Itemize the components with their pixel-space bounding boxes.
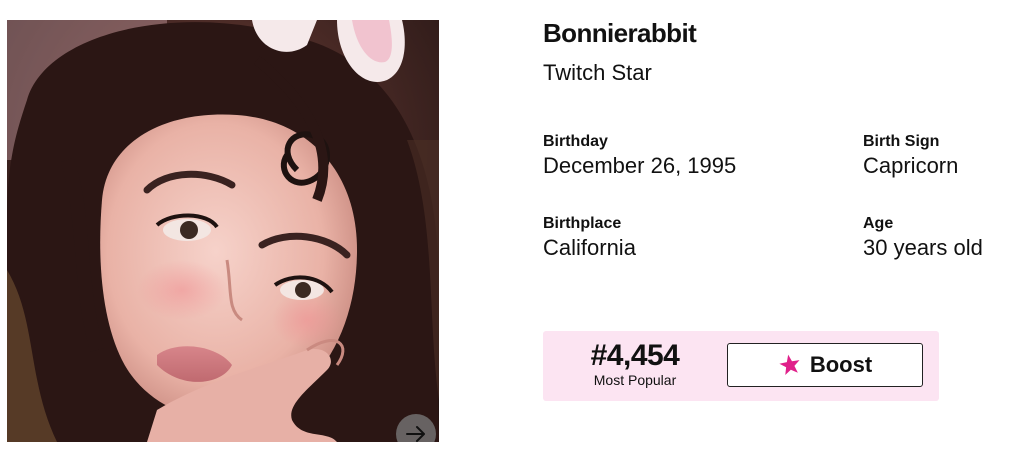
fact-label: Birthday bbox=[543, 133, 608, 150]
profile-photo[interactable] bbox=[7, 20, 439, 442]
profile-name: Bonnierabbit bbox=[543, 18, 697, 48]
fact-label: Age bbox=[863, 215, 894, 232]
birthday-value[interactable]: December 26, 1995 bbox=[543, 153, 736, 179]
profile-card: Bonnierabbit Twitch Star Birthday Decemb… bbox=[0, 0, 1009, 455]
birth-sign-value[interactable]: Capricorn bbox=[863, 153, 958, 179]
age-value: 30 years old bbox=[863, 235, 983, 260]
portrait-illustration bbox=[7, 20, 439, 442]
star-icon bbox=[779, 354, 800, 375]
birthplace-value[interactable]: California bbox=[543, 235, 636, 261]
popularity-rank[interactable]: #4,454 bbox=[543, 340, 727, 372]
boost-label: Boost bbox=[809, 352, 873, 377]
profile-profession[interactable]: Twitch Star bbox=[543, 60, 652, 86]
fact-age: Age 30 years old bbox=[863, 215, 983, 261]
popularity-box: #4,454 Most Popular Boost bbox=[543, 331, 939, 401]
fact-label: Birthplace bbox=[543, 215, 622, 232]
fact-label: Birth Sign bbox=[863, 133, 940, 150]
popularity-label: Most Popular bbox=[593, 372, 677, 388]
arrow-right-icon bbox=[406, 426, 425, 442]
boost-button[interactable]: Boost bbox=[727, 343, 923, 387]
fact-birthday: Birthday December 26, 1995 bbox=[543, 133, 736, 179]
fact-birth-sign: Birth Sign Capricorn bbox=[863, 133, 958, 179]
fact-birthplace: Birthplace California bbox=[543, 215, 636, 261]
